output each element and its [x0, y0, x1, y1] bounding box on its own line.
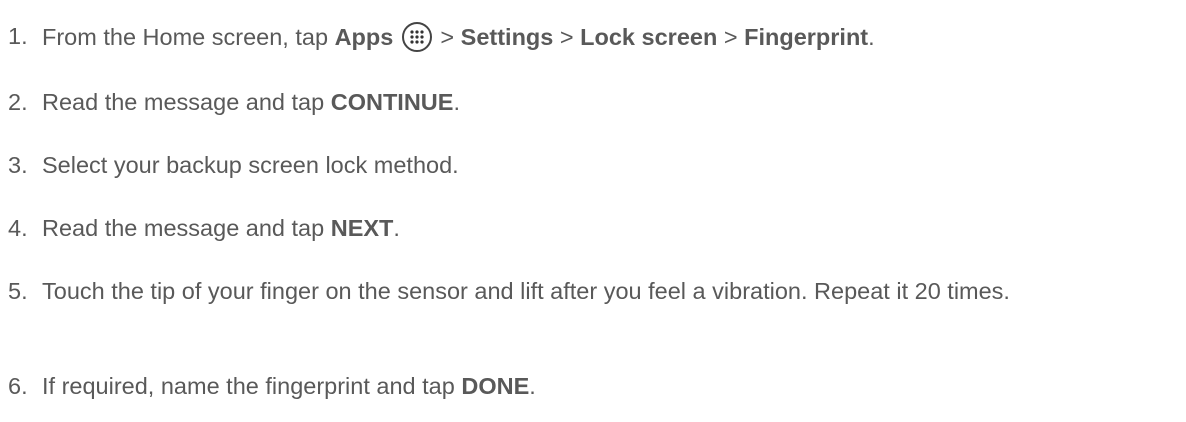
step-number: 4. — [8, 215, 28, 241]
step-text: From the Home screen, tap Apps > Setting… — [42, 22, 1186, 52]
step-ui-label-fingerprint: Fingerprint — [744, 24, 869, 50]
step-text-segment: > — [433, 24, 461, 50]
step-number: 5. — [8, 278, 28, 304]
step-ui-label-continue: CONTINUE — [330, 89, 454, 115]
step-text: Select your backup screen lock method. — [42, 151, 1186, 179]
step-text-segment: . — [453, 89, 460, 115]
step-ui-label-next: NEXT — [330, 215, 394, 241]
step-text-segment: Read the message and tap — [42, 89, 331, 115]
step-ui-label-lock-screen: Lock screen — [580, 24, 718, 50]
step-ui-label-done: DONE — [461, 373, 530, 399]
step-text: Touch the tip of your finger on the sens… — [42, 275, 1186, 307]
apps-grid-icon — [401, 22, 432, 52]
step-ui-label-apps: Apps — [334, 24, 394, 50]
step-text-segment: Touch the tip of your finger on the sens… — [42, 278, 1010, 304]
step-text-segment: . — [868, 24, 875, 50]
step-number: 1. — [8, 23, 28, 49]
step-text: Read the message and tap NEXT. — [42, 214, 1186, 242]
step-text: If required, name the fingerprint and ta… — [42, 372, 1186, 400]
step-text-segment: > — [553, 24, 581, 50]
step-text: Read the message and tap CONTINUE. — [42, 88, 1186, 116]
step-number: 6. — [8, 373, 28, 399]
step-ui-label-settings: Settings — [460, 24, 554, 50]
apps-grid-dots — [410, 30, 424, 44]
step-text-segment: . — [529, 373, 536, 399]
step-number: 3. — [8, 152, 28, 178]
step-text-segment: If required, name the fingerprint and ta… — [42, 373, 462, 399]
step-text-segment: From the Home screen, tap — [42, 24, 335, 50]
step-text-segment: > — [717, 24, 745, 50]
step-number: 2. — [8, 89, 28, 115]
step-text-segment: Read the message and tap — [42, 215, 331, 241]
step-text-segment: Select your backup screen lock method. — [42, 152, 459, 178]
step-text-segment: . — [393, 215, 400, 241]
